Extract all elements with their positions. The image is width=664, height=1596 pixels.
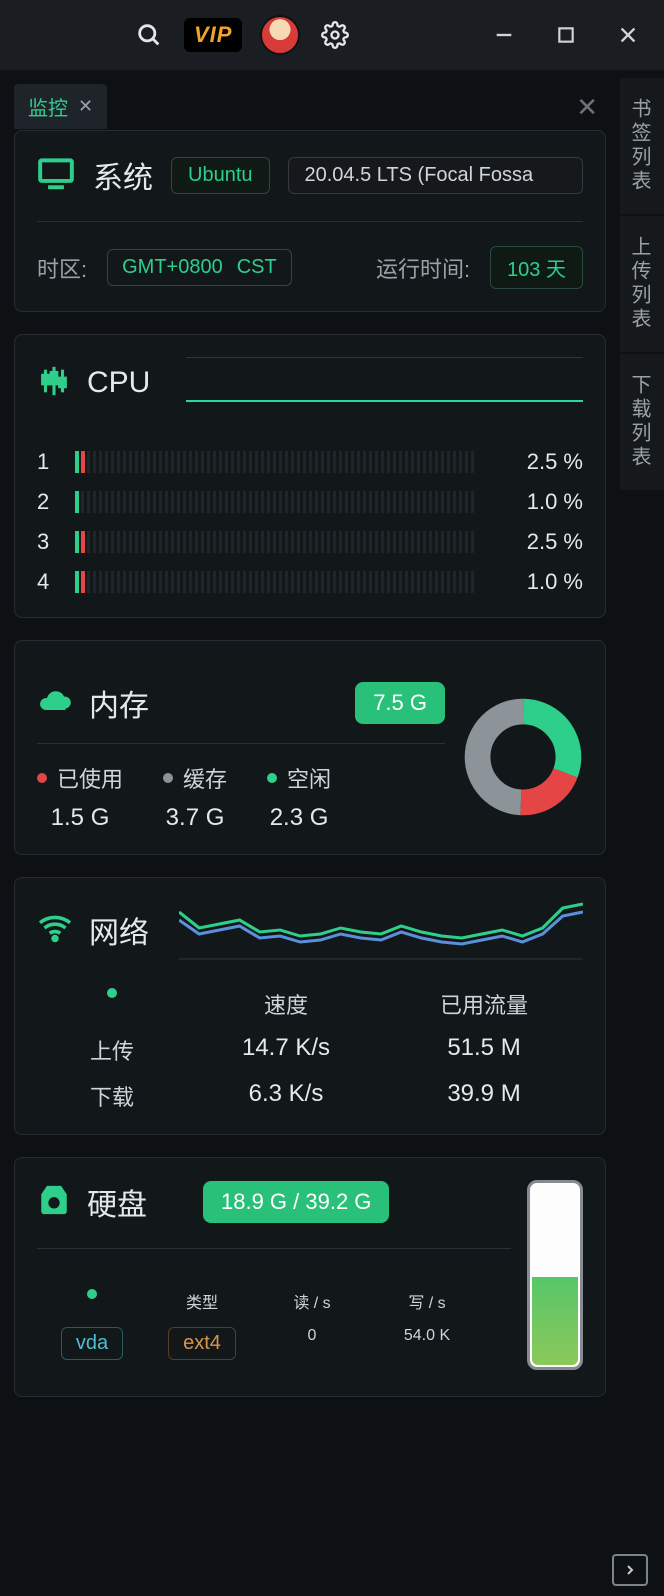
tab-bar: 监控 ✕ — [14, 84, 107, 129]
cpu-core-bar — [75, 451, 477, 473]
cpu-core-bar — [75, 531, 477, 553]
minimize-button[interactable] — [482, 24, 526, 46]
cpu-core-row: 4 1.0 % — [37, 569, 583, 595]
cpu-core-row: 3 2.5 % — [37, 529, 583, 555]
version-chip: 20.04.5 LTS (Focal Fossa — [288, 157, 584, 194]
rail-item-upload[interactable]: 上传列表 — [620, 216, 664, 352]
cpu-cores: 1 2.5 % 2 1.0 % 3 2.5 % 4 1.0 % — [37, 449, 583, 595]
legend-used: 已使用 1.5 G — [37, 762, 123, 832]
legend-cache: 缓存 3.7 G — [163, 762, 227, 832]
cpu-core-bar — [75, 571, 477, 593]
search-icon[interactable] — [132, 18, 166, 52]
tab-monitor[interactable]: 监控 ✕ — [14, 84, 107, 129]
cpu-title: CPU — [87, 366, 150, 400]
title-bar: VIP — [0, 0, 664, 70]
card-cpu: CPU 1 2.5 % 2 1.0 % 3 2.5 % 4 1.0 — [14, 334, 606, 618]
network-title: 网络 — [89, 908, 149, 952]
card-disk: 硬盘 18.9 G / 39.2 G 类型 读 / s 写 / s vda ex… — [14, 1157, 606, 1397]
vip-badge[interactable]: VIP — [184, 18, 242, 52]
tab-label: 监控 — [28, 92, 68, 121]
timezone-label: 时区: — [37, 252, 87, 284]
panel-close-icon[interactable]: ✕ — [576, 92, 598, 123]
network-table: 速度 已用流量 上传 14.7 K/s 51.5 M 下载 6.3 K/s 39… — [37, 988, 583, 1112]
cpu-chart — [186, 357, 583, 409]
uptime-chip: 103 天 — [490, 246, 583, 289]
disk-usage-badge: 18.9 G / 39.2 G — [203, 1181, 389, 1223]
tab-close-icon[interactable]: ✕ — [78, 96, 93, 117]
disk-device: vda — [61, 1327, 123, 1360]
memory-donut-chart — [463, 697, 583, 817]
network-chart — [179, 900, 583, 960]
disk-title: 硬盘 — [87, 1180, 147, 1224]
distro-chip: Ubuntu — [171, 157, 270, 194]
cpu-core-row: 2 1.0 % — [37, 489, 583, 515]
rail-item-download[interactable]: 下载列表 — [620, 354, 664, 490]
legend-free: 空闲 2.3 G — [267, 762, 331, 832]
avatar[interactable] — [260, 15, 300, 55]
right-rail: 书签列表 上传列表 下载列表 — [620, 78, 664, 492]
disk-gauge — [527, 1180, 583, 1370]
uptime-label: 运行时间: — [376, 252, 470, 284]
disk-table: 类型 读 / s 写 / s vda ext4 0 54.0 K — [37, 1289, 511, 1360]
cloud-icon — [37, 683, 73, 724]
disk-icon — [37, 1183, 71, 1222]
cpu-core-row: 1 2.5 % — [37, 449, 583, 475]
cpu-icon — [37, 364, 71, 403]
timezone-chip: GMT+0800 CST — [107, 249, 292, 286]
cpu-core-bar — [75, 491, 477, 513]
memory-total-badge: 7.5 G — [355, 682, 445, 724]
monitor-icon — [37, 154, 75, 197]
footer-expand-button[interactable] — [612, 1554, 648, 1586]
card-memory: 内存 7.5 G 已使用 1.5 G 缓存 3.7 G 空闲 2.3 G — [14, 640, 606, 855]
wifi-icon — [37, 910, 73, 951]
close-button[interactable] — [606, 24, 650, 46]
memory-title: 内存 — [89, 681, 149, 725]
card-network: 网络 速度 已用流量 上传 14.7 K/s 51.5 M 下载 6.3 K/s… — [14, 877, 606, 1135]
gear-icon[interactable] — [318, 18, 352, 52]
card-system: 系统 Ubuntu 20.04.5 LTS (Focal Fossa 时区: G… — [14, 130, 606, 312]
system-title: 系统 — [93, 153, 153, 197]
maximize-button[interactable] — [544, 25, 588, 45]
rail-item-bookmarks[interactable]: 书签列表 — [620, 78, 664, 214]
main-panel: 系统 Ubuntu 20.04.5 LTS (Focal Fossa 时区: G… — [14, 130, 606, 1397]
disk-fs: ext4 — [168, 1327, 236, 1360]
